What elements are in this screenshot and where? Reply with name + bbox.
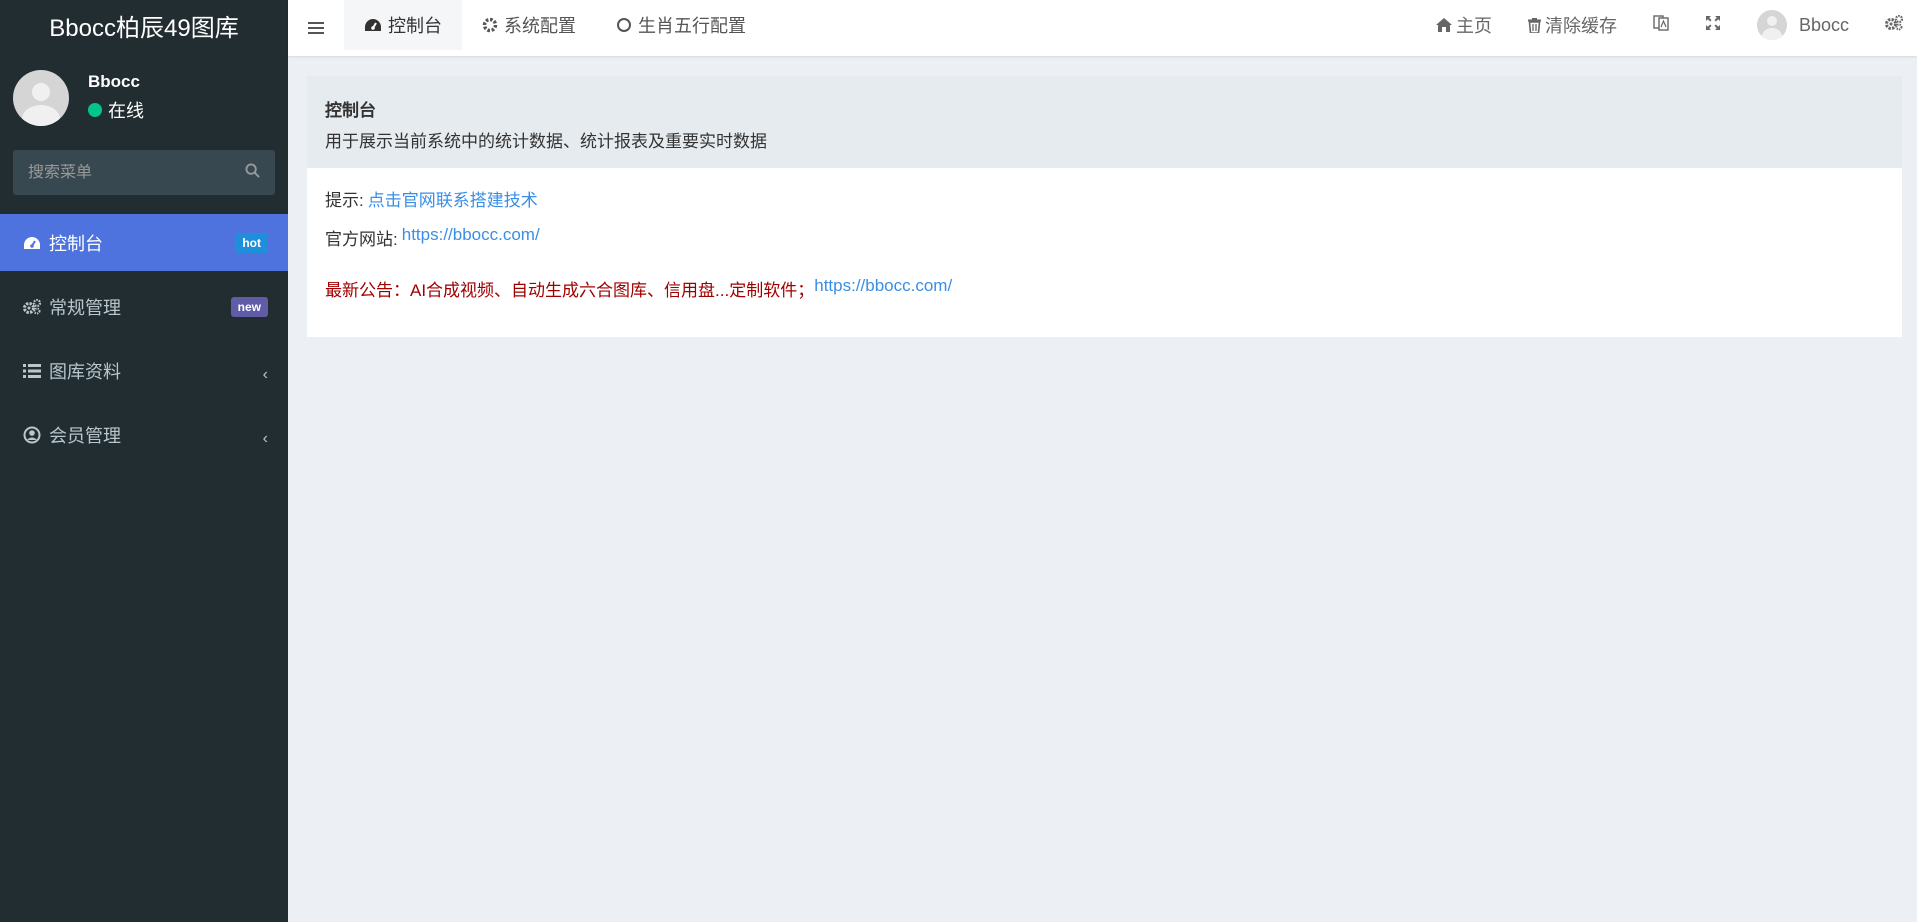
user-menu-name: Bbocc <box>1798 14 1849 35</box>
user-status: 在线 <box>88 97 144 123</box>
website-label: 官方网站: <box>325 230 398 249</box>
website-link[interactable]: https://bbocc.com/ <box>402 225 540 245</box>
hot-badge: hot <box>235 232 268 253</box>
tab-label: 控制台 <box>388 16 442 36</box>
page-description: 用于展示当前系统中的统计数据、统计报表及重要实时数据 <box>325 132 767 151</box>
tab-label: 系统配置 <box>504 16 576 36</box>
tab-system-config[interactable]: 系统配置 <box>462 0 596 50</box>
tab-label: 生肖五行配置 <box>638 16 746 36</box>
fullscreen-button[interactable] <box>1687 0 1739 50</box>
menu-search-input[interactable] <box>28 163 208 182</box>
panel-body: 提示: 点击官网联系搭建技术 官方网站: https://bbocc.com/ … <box>307 168 1902 333</box>
list-icon <box>22 361 42 381</box>
menu-toggle-icon[interactable] <box>288 0 344 56</box>
dashboard-icon <box>364 17 382 33</box>
tab-dashboard[interactable]: 控制台 <box>344 0 462 50</box>
sidebar-item-general[interactable]: 常规管理 new <box>0 278 288 335</box>
sidebar-item-members[interactable]: 会员管理 ‹ <box>0 406 288 463</box>
home-link[interactable]: 主页 <box>1418 0 1510 50</box>
trash-icon <box>1527 17 1541 33</box>
new-badge: new <box>230 296 268 317</box>
dashboard-panel: 控制台 用于展示当前系统中的统计数据、统计报表及重要实时数据 提示: 点击官网联… <box>307 76 1902 337</box>
notice-link[interactable]: https://bbocc.com/ <box>814 276 952 296</box>
notice-row: 最新公告：AI合成视频、自动生成六合图库、信用盘...定制软件； https:/… <box>325 276 1884 315</box>
sidebar-item-gallery[interactable]: 图库资料 ‹ <box>0 342 288 399</box>
tab-zodiac-config[interactable]: 生肖五行配置 <box>596 0 766 50</box>
sidebar-item-label: 控制台 <box>49 233 103 254</box>
sidebar-item-label: 图库资料 <box>49 361 121 382</box>
clear-cache-label: 清除缓存 <box>1544 16 1617 36</box>
user-name: Bbocc <box>88 72 140 91</box>
gears-icon <box>1885 14 1904 36</box>
top-navbar: 控制台 系统配置 生肖五行配置 主页 清除缓存 Bbocc <box>288 0 1917 56</box>
circle-icon <box>616 17 632 33</box>
chevron-left-icon: ‹ <box>262 429 268 447</box>
avatar <box>13 69 69 126</box>
sidebar: Bbocc柏辰49图库 Bbocc 在线 控制台 hot 常规管 <box>0 0 288 922</box>
language-button[interactable] <box>1635 0 1687 50</box>
sidebar-menu: 控制台 hot 常规管理 new 图库资料 ‹ 会员管理 ‹ <box>0 214 288 463</box>
home-label: 主页 <box>1455 16 1492 36</box>
gear-icon <box>482 17 498 33</box>
avatar <box>1756 10 1787 40</box>
search-icon[interactable] <box>245 162 260 183</box>
panel-header: 控制台 用于展示当前系统中的统计数据、统计报表及重要实时数据 <box>307 76 1902 168</box>
sidebar-item-label: 会员管理 <box>49 425 121 446</box>
menu-search <box>13 150 275 195</box>
contact-link[interactable]: 点击官网联系搭建技术 <box>368 186 538 211</box>
notice-text: 最新公告：AI合成视频、自动生成六合图库、信用盘...定制软件； <box>325 281 815 300</box>
home-icon <box>1435 18 1452 32</box>
sidebar-item-dashboard[interactable]: 控制台 hot <box>0 214 288 271</box>
navbar-right: 主页 清除缓存 Bbocc <box>1418 0 1917 50</box>
dashboard-icon <box>22 233 42 253</box>
tip-label: 提示: <box>325 191 364 210</box>
app-logo[interactable]: Bbocc柏辰49图库 <box>0 0 288 50</box>
sidebar-item-label: 常规管理 <box>49 297 121 318</box>
tip-row: 提示: 点击官网联系搭建技术 <box>325 186 1884 225</box>
translate-icon <box>1653 14 1669 36</box>
gears-icon <box>22 297 42 317</box>
online-dot-icon <box>88 103 102 117</box>
chevron-left-icon: ‹ <box>262 365 268 383</box>
status-label: 在线 <box>108 101 144 121</box>
page-title: 控制台 <box>325 101 376 120</box>
user-menu[interactable]: Bbocc <box>1739 0 1867 50</box>
user-panel: Bbocc 在线 <box>0 50 288 145</box>
website-row: 官方网站: https://bbocc.com/ <box>325 225 1884 264</box>
expand-arrows-icon <box>1705 15 1721 36</box>
user-circle-icon <box>22 425 42 445</box>
clear-cache-button[interactable]: 清除缓存 <box>1510 0 1635 50</box>
settings-button[interactable] <box>1867 0 1917 50</box>
